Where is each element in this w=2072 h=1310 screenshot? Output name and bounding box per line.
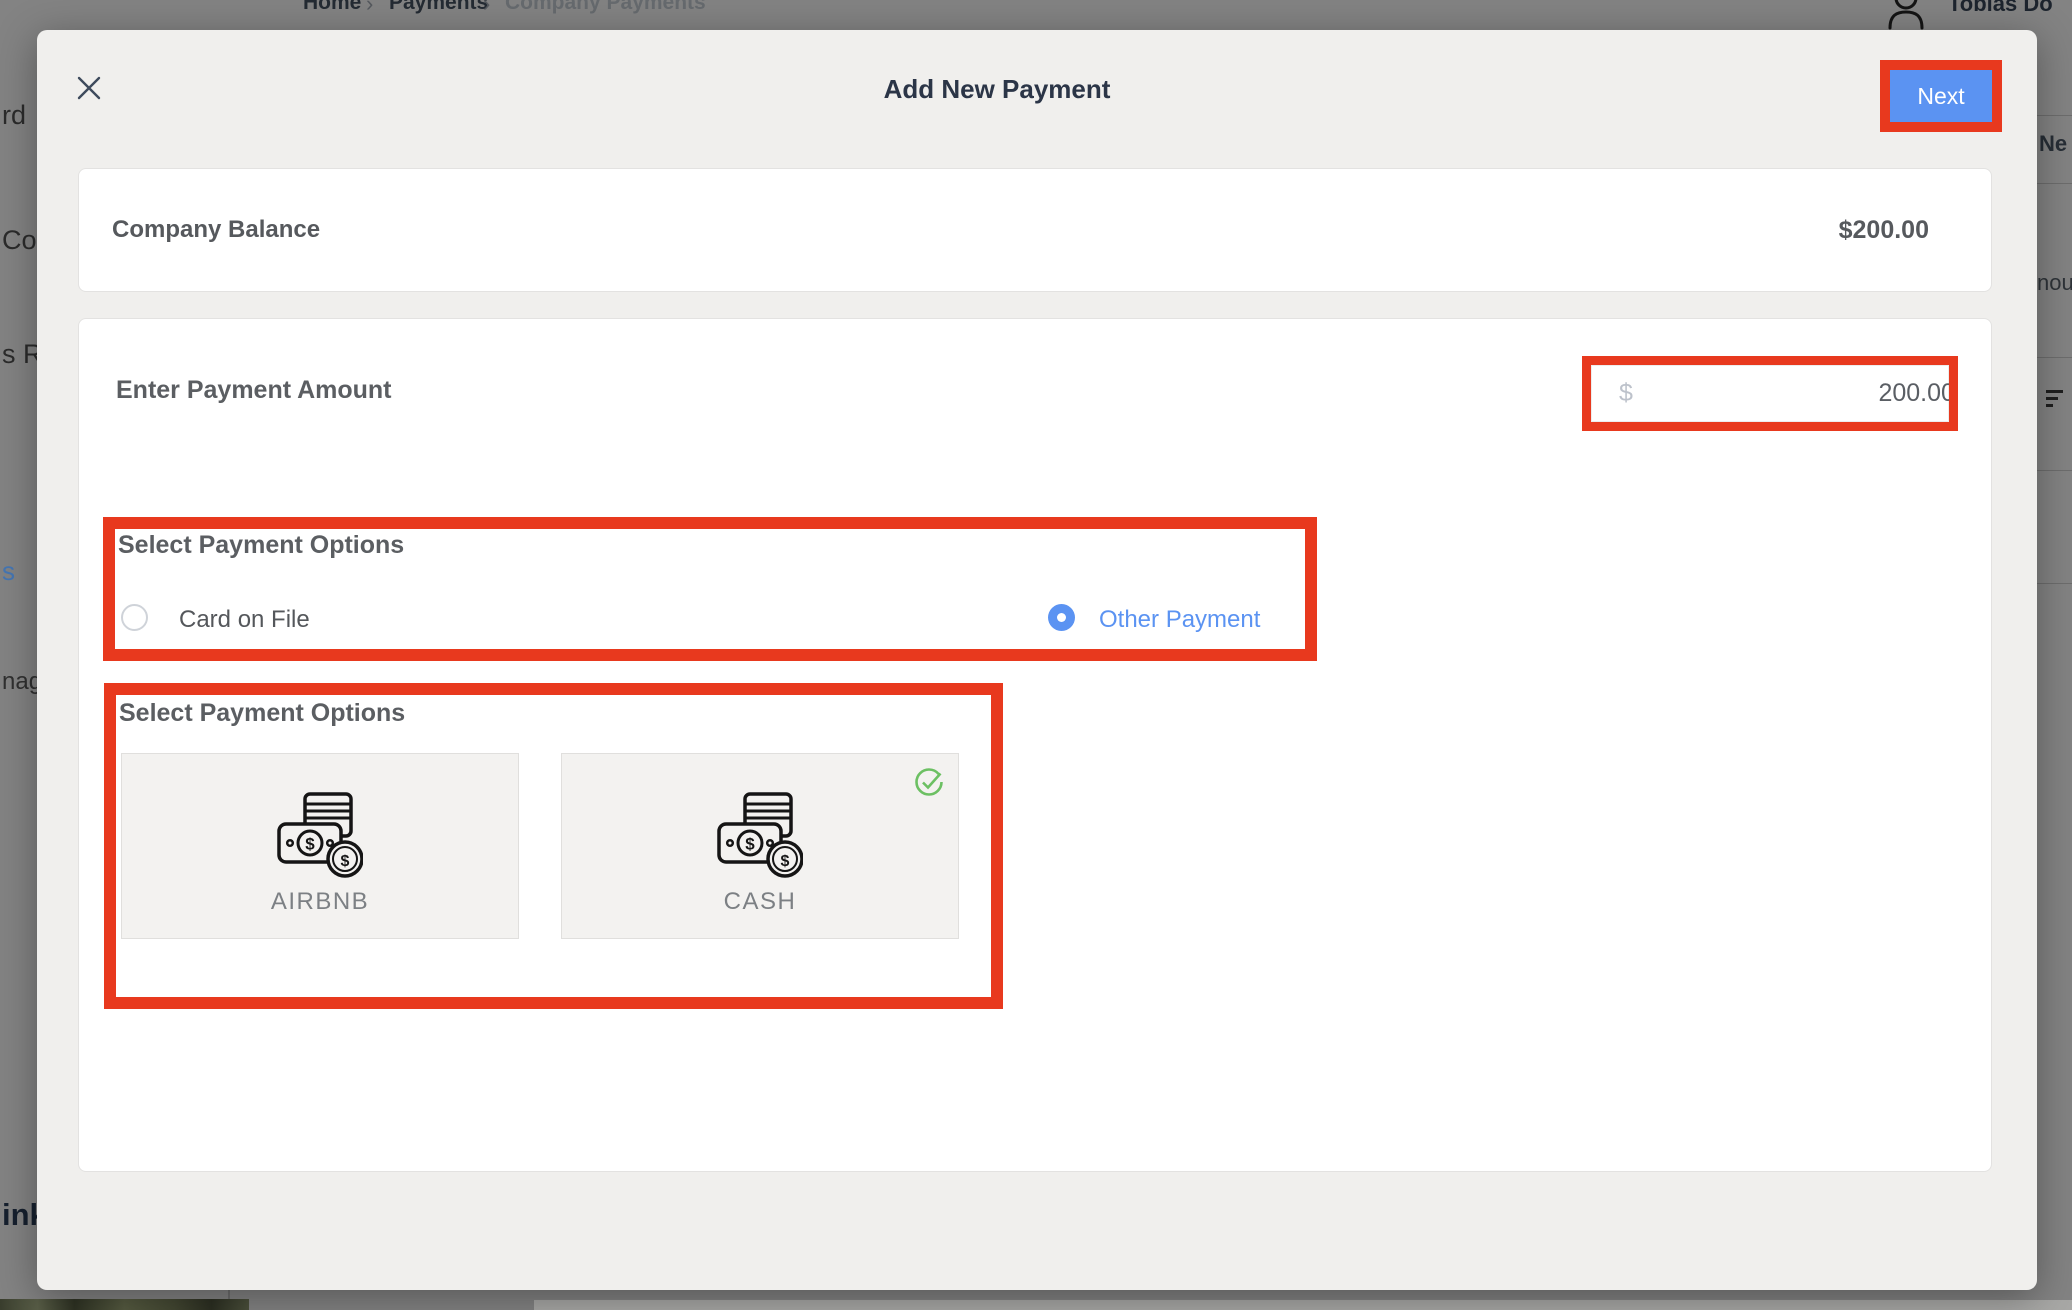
other-payment-label[interactable]: Other Payment [1099, 606, 1260, 634]
select-payment-options-heading: Select Payment Options [118, 531, 404, 560]
svg-text:$: $ [305, 835, 315, 854]
bg-content-strip [534, 1300, 2072, 1310]
other-payment-radio[interactable] [1048, 604, 1075, 631]
bg-text-fragment: nou [2037, 270, 2072, 296]
bg-row-divider [2037, 583, 2072, 584]
bg-text-fragment: rd [2, 100, 26, 131]
svg-text:$: $ [745, 835, 755, 854]
bg-row-divider [2037, 470, 2072, 471]
company-balance-value: $200.00 [1839, 216, 1929, 245]
selected-check-icon [914, 766, 946, 798]
airbnb-tile-label: AIRBNB [271, 888, 369, 916]
breadcrumb-company-payments: Company Payments [505, 0, 706, 15]
company-balance-card: Company Balance $200.00 [78, 168, 1992, 292]
svg-text:$: $ [781, 853, 790, 870]
next-button[interactable]: Next [1890, 70, 1992, 122]
breadcrumb-payments: Payments [389, 0, 488, 15]
breadcrumb-home: Home [303, 0, 361, 15]
card-on-file-radio[interactable] [121, 604, 148, 631]
bg-thumbnail-image [0, 1299, 249, 1310]
svg-text:$: $ [341, 853, 350, 870]
cash-tile[interactable]: $ $ CASH [561, 753, 959, 939]
money-icon: $ $ [717, 792, 803, 878]
bg-text-fragment: Ne [2039, 131, 2067, 157]
money-icon: $ $ [277, 792, 363, 878]
currency-symbol: $ [1619, 379, 1633, 408]
next-annotation-box: Next [1880, 60, 2002, 132]
card-on-file-label[interactable]: Card on File [179, 606, 310, 634]
bg-row-divider [2037, 357, 2072, 358]
payment-form-card: Enter Payment Amount $ Select Payment Op… [78, 318, 1992, 1172]
bg-link-fragment: s [2, 556, 15, 587]
filter-icon [2046, 390, 2063, 411]
airbnb-tile[interactable]: $ $ AIRBNB [121, 753, 519, 939]
add-payment-modal: Add New Payment Next Company Balance $20… [37, 30, 2037, 1290]
bg-row-divider [2037, 115, 2072, 116]
user-name: Tobias Do [1948, 0, 2053, 17]
select-payment-method-heading: Select Payment Options [119, 699, 405, 728]
modal-title: Add New Payment [37, 74, 1957, 105]
cash-tile-label: CASH [724, 888, 797, 916]
payment-amount-input[interactable] [1633, 379, 1955, 408]
bg-row-divider [2037, 183, 2072, 184]
payment-amount-field: $ [1591, 365, 1949, 422]
breadcrumb-separator: › [366, 0, 373, 17]
company-balance-label: Company Balance [112, 216, 320, 244]
breadcrumb-separator: › [483, 0, 490, 17]
user-avatar-icon [1884, 0, 1928, 30]
enter-amount-label: Enter Payment Amount [116, 376, 392, 405]
